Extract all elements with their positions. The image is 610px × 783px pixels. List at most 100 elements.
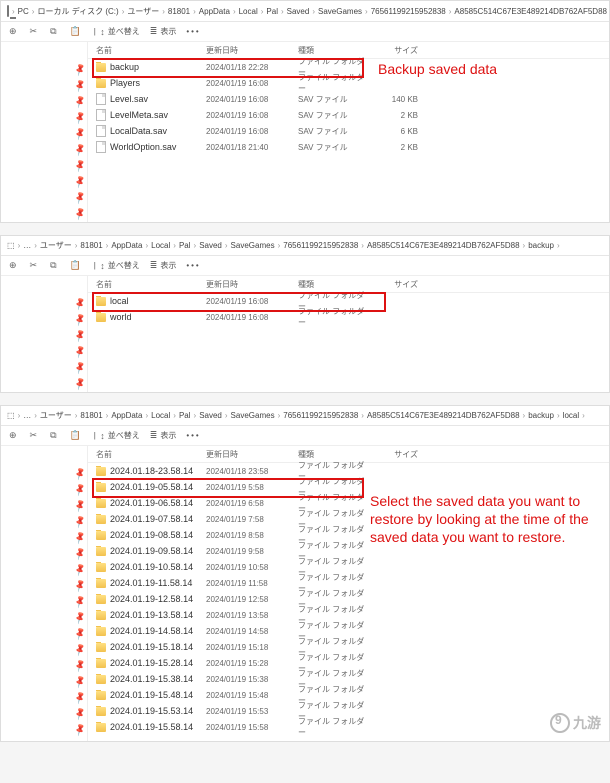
- breadcrumb-item[interactable]: A8585C514C67E3E489214DB762AF5D88: [454, 7, 607, 16]
- col-date[interactable]: 更新日時: [206, 279, 298, 290]
- file-date: 2024/01/19 10:58: [206, 563, 298, 572]
- breadcrumb-item[interactable]: Local: [239, 7, 258, 16]
- chevron-right-icon: ›: [194, 241, 197, 250]
- cut-button[interactable]: ✂: [30, 26, 41, 37]
- more-button[interactable]: •••: [186, 431, 200, 440]
- view-button[interactable]: ≣表示: [150, 430, 177, 441]
- explorer-window-3: ⬚›…›ユーザー›81801›AppData›Local›Pal›Saved›S…: [0, 405, 610, 742]
- sort-button[interactable]: ↕並べ替え: [100, 26, 140, 37]
- breadcrumb[interactable]: ›PC›ローカル ディスク (C:)›ユーザー›81801›AppData›Lo…: [1, 1, 609, 22]
- breadcrumb-item[interactable]: 81801: [168, 7, 190, 16]
- more-button[interactable]: •••: [186, 261, 200, 270]
- chevron-right-icon: ›: [173, 241, 176, 250]
- breadcrumb-item[interactable]: AppData: [199, 7, 230, 16]
- col-date[interactable]: 更新日時: [206, 449, 298, 460]
- more-button[interactable]: •••: [186, 27, 200, 36]
- breadcrumb-item[interactable]: A8585C514C67E3E489214DB762AF5D88: [367, 241, 520, 250]
- file-row[interactable]: LevelMeta.sav2024/01/19 16:08SAV ファイル2 K…: [88, 107, 609, 123]
- chevron-right-icon: ›: [278, 411, 281, 420]
- breadcrumb-item[interactable]: Pal: [179, 241, 191, 250]
- breadcrumb-item[interactable]: 81801: [80, 411, 102, 420]
- chevron-right-icon: ›: [145, 241, 148, 250]
- file-icon: [96, 125, 106, 137]
- breadcrumb-item[interactable]: SaveGames: [231, 411, 275, 420]
- new-button[interactable]: ⊕: [9, 26, 20, 37]
- breadcrumb-item[interactable]: SaveGames: [318, 7, 362, 16]
- breadcrumb-item[interactable]: Saved: [199, 241, 222, 250]
- file-row[interactable]: world2024/01/19 16:08ファイル フォルダー: [88, 309, 609, 325]
- breadcrumb-item[interactable]: Pal: [179, 411, 191, 420]
- breadcrumb-item[interactable]: 81801: [80, 241, 102, 250]
- col-type[interactable]: 種類: [298, 279, 368, 290]
- col-size[interactable]: サイズ: [368, 45, 424, 56]
- breadcrumb-item[interactable]: Local: [151, 411, 170, 420]
- view-label: 表示: [160, 430, 176, 441]
- file-date: 2024/01/19 11:58: [206, 579, 298, 588]
- file-row[interactable]: LocalData.sav2024/01/19 16:08SAV ファイル6 K…: [88, 123, 609, 139]
- file-date: 2024/01/19 16:08: [206, 313, 298, 322]
- sort-button[interactable]: ↕並べ替え: [100, 430, 140, 441]
- col-type[interactable]: 種類: [298, 449, 368, 460]
- col-name[interactable]: 名前: [96, 45, 206, 56]
- breadcrumb[interactable]: ⬚›…›ユーザー›81801›AppData›Local›Pal›Saved›S…: [1, 236, 609, 256]
- sort-button[interactable]: ↕並べ替え: [100, 260, 140, 271]
- pc-icon[interactable]: [7, 5, 9, 17]
- paste-button[interactable]: 📋: [70, 26, 84, 37]
- breadcrumb-item[interactable]: backup: [528, 411, 554, 420]
- breadcrumb-item[interactable]: AppData: [111, 411, 142, 420]
- view-button[interactable]: ≣表示: [150, 260, 177, 271]
- breadcrumb-item[interactable]: A8585C514C67E3E489214DB762AF5D88: [367, 411, 520, 420]
- file-date: 2024/01/19 15:53: [206, 707, 298, 716]
- breadcrumb-item[interactable]: AppData: [111, 241, 142, 250]
- breadcrumb-item[interactable]: SaveGames: [231, 241, 275, 250]
- file-row[interactable]: Level.sav2024/01/19 16:08SAV ファイル140 KB: [88, 91, 609, 107]
- breadcrumb-item[interactable]: ユーザー: [40, 410, 72, 421]
- breadcrumb-item[interactable]: local: [563, 411, 579, 420]
- col-size[interactable]: サイズ: [368, 279, 424, 290]
- col-size[interactable]: サイズ: [368, 449, 424, 460]
- breadcrumb-item[interactable]: PC: [18, 7, 29, 16]
- breadcrumb-item[interactable]: backup: [528, 241, 554, 250]
- col-type[interactable]: 種類: [298, 45, 368, 56]
- breadcrumb-item[interactable]: 76561199215952838: [283, 411, 358, 420]
- breadcrumb-item[interactable]: ⬚: [7, 241, 15, 250]
- copy-button[interactable]: ⧉: [50, 430, 59, 441]
- file-row[interactable]: 2024.01.19-15.58.142024/01/19 15:58ファイル …: [88, 719, 609, 735]
- cut-button[interactable]: ✂: [30, 430, 41, 441]
- breadcrumb-item[interactable]: ユーザー: [127, 6, 159, 17]
- breadcrumb-item[interactable]: ローカル ディスク (C:): [37, 6, 118, 17]
- breadcrumb-item[interactable]: Pal: [266, 7, 278, 16]
- breadcrumb[interactable]: ⬚›…›ユーザー›81801›AppData›Local›Pal›Saved›S…: [1, 406, 609, 426]
- col-name[interactable]: 名前: [96, 279, 206, 290]
- breadcrumb-item[interactable]: 76561199215952838: [371, 7, 446, 16]
- paste-button[interactable]: 📋: [70, 430, 84, 441]
- file-date: 2024/01/19 15:38: [206, 675, 298, 684]
- file-name: world: [110, 312, 132, 322]
- breadcrumb-item[interactable]: ⬚: [7, 411, 15, 420]
- breadcrumb-item[interactable]: …: [23, 411, 31, 420]
- file-size: 2 KB: [368, 111, 424, 120]
- new-button[interactable]: ⊕: [9, 430, 20, 441]
- breadcrumb-item[interactable]: Saved: [287, 7, 310, 16]
- file-row[interactable]: WorldOption.sav2024/01/18 21:40SAV ファイル2…: [88, 139, 609, 155]
- breadcrumb-item[interactable]: 76561199215952838: [283, 241, 358, 250]
- file-list: backup2024/01/18 22:28ファイル フォルダーPlayers2…: [88, 59, 609, 155]
- breadcrumb-item[interactable]: Saved: [199, 411, 222, 420]
- view-button[interactable]: ≣表示: [150, 26, 177, 37]
- explorer-window-1: ›PC›ローカル ディスク (C:)›ユーザー›81801›AppData›Lo…: [0, 0, 610, 223]
- breadcrumb-item[interactable]: …: [23, 241, 31, 250]
- cut-button[interactable]: ✂: [30, 260, 41, 271]
- folder-icon: [96, 595, 106, 604]
- copy-button[interactable]: ⧉: [50, 260, 59, 271]
- paste-button[interactable]: 📋: [70, 260, 84, 271]
- file-name: 2024.01.19-11.58.14: [110, 578, 192, 588]
- file-row[interactable]: Players2024/01/19 16:08ファイル フォルダー: [88, 75, 609, 91]
- copy-button[interactable]: ⧉: [50, 26, 59, 37]
- new-button[interactable]: ⊕: [9, 260, 20, 271]
- breadcrumb-item[interactable]: Local: [151, 241, 170, 250]
- file-date: 2024/01/19 16:08: [206, 111, 298, 120]
- col-name[interactable]: 名前: [96, 449, 206, 460]
- folder-icon: [96, 483, 106, 492]
- breadcrumb-item[interactable]: ユーザー: [40, 240, 72, 251]
- col-date[interactable]: 更新日時: [206, 45, 298, 56]
